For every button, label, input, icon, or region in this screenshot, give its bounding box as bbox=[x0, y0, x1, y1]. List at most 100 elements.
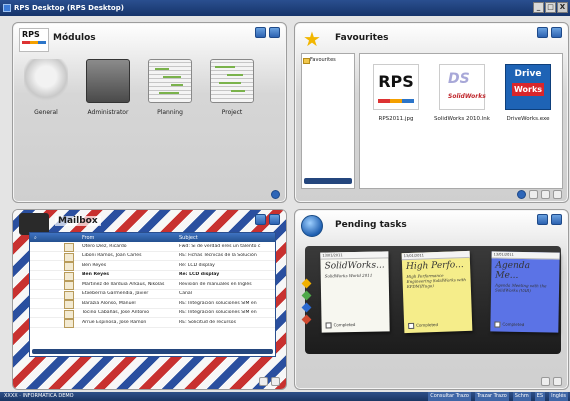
driveworks-icon: Drive Works bbox=[505, 64, 551, 110]
app-icon bbox=[3, 4, 11, 12]
mail-row[interactable]: Tocino Cabañas, Jose Antonio RE: Integrac… bbox=[30, 309, 275, 319]
horizontal-scrollbar[interactable] bbox=[304, 178, 352, 184]
panel-title: Mailbox bbox=[55, 216, 101, 226]
mail-list: ⌕ From Subject Otero Díez, Ricardo Fwd: S… bbox=[29, 232, 276, 357]
module-general[interactable]: General bbox=[21, 59, 71, 116]
new-mail-icon[interactable] bbox=[259, 377, 268, 386]
completed-checkbox[interactable]: Completed bbox=[494, 321, 524, 328]
modulos-panel: RPS Módulos General Administrator Planni… bbox=[12, 22, 287, 203]
note-subtitle: High Performance Engineering SolidWorks … bbox=[406, 272, 466, 290]
maximize-panel-button[interactable] bbox=[551, 27, 562, 38]
favourites-tree: Favourites bbox=[301, 53, 355, 189]
maximize-button[interactable]: □ bbox=[545, 2, 556, 13]
module-administrator[interactable]: Administrator bbox=[83, 59, 133, 116]
file-label: DriveWorks.exe bbox=[506, 116, 550, 122]
favourites-files: RPS RPS2011.jpg DS SolidWorks SolidWorks… bbox=[359, 53, 563, 189]
new-task-icon[interactable] bbox=[541, 377, 550, 386]
completed-checkbox[interactable]: Completed bbox=[326, 322, 356, 329]
mail-from: Martinez de Ilarduia Arkaus, Nikolas bbox=[82, 281, 165, 287]
restore-panel-button[interactable] bbox=[255, 214, 266, 225]
settings-icon[interactable] bbox=[271, 377, 280, 386]
mail-row[interactable]: Martinez de Ilarduia Arkaus, Nikolas Revi… bbox=[30, 280, 275, 291]
mail-subject: Fwd: Si de verdad eres un talento c bbox=[179, 243, 261, 249]
rps-logo-icon: RPS bbox=[373, 64, 419, 110]
task-note[interactable]: 13/01/2011 SolidWorks... SolidWorks World … bbox=[320, 251, 390, 333]
pin-icon[interactable] bbox=[301, 278, 312, 289]
restore-panel-button[interactable] bbox=[255, 27, 266, 38]
mail-row[interactable]: Barazia Alonso, Manuel RE: Integración so… bbox=[30, 299, 275, 310]
panel-tools bbox=[255, 27, 280, 38]
module-label: General bbox=[34, 109, 58, 116]
pin-icon[interactable] bbox=[301, 314, 312, 325]
settings-icon[interactable] bbox=[553, 377, 562, 386]
file-solidworks[interactable]: DS SolidWorks SolidWorks 2010.lnk bbox=[432, 64, 492, 122]
panel-title: Pending tasks bbox=[335, 220, 407, 230]
mail-row[interactable]: Liboni Ramos, Joan Carles RE: Fichas Técn… bbox=[30, 252, 275, 262]
completed-checkbox[interactable]: Completed bbox=[408, 322, 438, 329]
new-file-icon[interactable] bbox=[529, 190, 538, 199]
horizontal-scrollbar[interactable] bbox=[32, 349, 273, 354]
module-project[interactable]: Project bbox=[207, 59, 257, 116]
mail-from: Barazia Alonso, Manuel bbox=[82, 300, 136, 306]
mail-subject: Revisión de manuales en Inglés bbox=[179, 281, 252, 287]
taskbar-button[interactable]: Schm bbox=[512, 392, 531, 401]
mail-row[interactable]: Otero Díez, Ricardo Fwd: Si de verdad ere… bbox=[30, 242, 275, 253]
mail-row[interactable]: Ben Reyes Re: LCD display bbox=[30, 261, 275, 272]
pin-icon[interactable] bbox=[301, 290, 312, 301]
mail-subject: RE: Integración soluciones SIM en bbox=[179, 310, 257, 316]
mail-rows: Otero Díez, Ricardo Fwd: Si de verdad ere… bbox=[30, 242, 275, 329]
pin-icon[interactable] bbox=[301, 302, 312, 313]
mail-from: Ben Reyes bbox=[82, 262, 107, 268]
maximize-panel-button[interactable] bbox=[551, 214, 562, 225]
mail-row[interactable]: Etxeberria Garmendia, Javier Canal bbox=[30, 290, 275, 300]
taskbar-button[interactable]: ES bbox=[534, 392, 546, 401]
panel-tools bbox=[255, 214, 280, 225]
restore-panel-button[interactable] bbox=[537, 27, 548, 38]
file-rps2011[interactable]: RPS RPS2011.jpg bbox=[366, 64, 426, 122]
module-label: Planning bbox=[157, 109, 183, 116]
mail-from: Etxeberria Garmendia, Javier bbox=[82, 291, 149, 297]
note-subtitle: Agenda Meeting with the SolidWorks (VAR) bbox=[494, 282, 547, 294]
file-label: RPS2011.jpg bbox=[378, 116, 414, 122]
mail-list-header: ⌕ From Subject bbox=[30, 233, 275, 242]
panel-tools bbox=[537, 27, 562, 38]
refresh-icon[interactable] bbox=[271, 190, 280, 199]
title-bar: RPS Desktop (RPS Desktop) _ □ X bbox=[0, 0, 570, 16]
star-icon: ★ bbox=[303, 27, 321, 51]
window-controls: _ □ X bbox=[533, 2, 568, 13]
panel-title: Favourites bbox=[335, 33, 389, 43]
module-label: Project bbox=[221, 109, 243, 116]
driveworks-logo-bottom: Works bbox=[512, 83, 544, 96]
from-column-header[interactable]: From bbox=[82, 235, 179, 241]
task-note[interactable]: 13/01/2011 Agenda Me... Agenda Meeting wit… bbox=[490, 251, 560, 333]
settings-icon[interactable] bbox=[553, 190, 562, 199]
tree-node-favourites[interactable]: Favourites bbox=[302, 54, 354, 64]
restore-panel-button[interactable] bbox=[537, 214, 548, 225]
file-driveworks[interactable]: Drive Works DriveWorks.exe bbox=[498, 64, 558, 122]
subject-column-header[interactable]: Subject bbox=[179, 235, 275, 241]
refresh-icon[interactable] bbox=[517, 190, 526, 199]
maximize-panel-button[interactable] bbox=[269, 27, 280, 38]
minimize-button[interactable]: _ bbox=[533, 2, 544, 13]
mailbox-panel: Mailbox ⌕ From Subject Otero Díez, Ricar… bbox=[12, 209, 287, 390]
mail-from: Liboni Ramos, Joan Carles bbox=[82, 253, 142, 259]
mail-subject: RE: Fichas Técnicas de la Solución bbox=[179, 253, 257, 259]
task-note[interactable]: 13/01/2011 High Perfo... High Performance … bbox=[401, 250, 473, 334]
note-title: SolidWorks... bbox=[324, 260, 385, 272]
copy-icon[interactable] bbox=[541, 190, 550, 199]
taskbar-button[interactable]: Trazar Trazo bbox=[474, 392, 509, 401]
mail-row[interactable]: Ben Reyes Re: LCD display bbox=[30, 271, 275, 281]
mail-row[interactable]: Arrue Espinosa, Jose Ramon RE: Solicitud … bbox=[30, 318, 275, 329]
close-button[interactable]: X bbox=[557, 2, 568, 13]
mail-from: Tocino Cabañas, Jose Antonio bbox=[82, 310, 150, 316]
taskbar-button[interactable]: Inglés bbox=[549, 392, 568, 401]
note-date: 13/01/2011 bbox=[320, 251, 389, 260]
attachment-column-header[interactable]: ⌕ bbox=[30, 235, 82, 241]
maximize-panel-button[interactable] bbox=[269, 214, 280, 225]
pending-tasks-panel: Pending tasks 13/01/2011 SolidWorks... Sol… bbox=[294, 209, 569, 390]
module-planning[interactable]: Planning bbox=[145, 59, 195, 116]
tasks-icon bbox=[301, 215, 323, 237]
taskbar-right: Consultar Trazo Trazar Trazo Schm ES Inglés bbox=[428, 392, 568, 401]
pin-tray bbox=[301, 278, 313, 328]
taskbar-button[interactable]: Consultar Trazo bbox=[428, 392, 471, 401]
